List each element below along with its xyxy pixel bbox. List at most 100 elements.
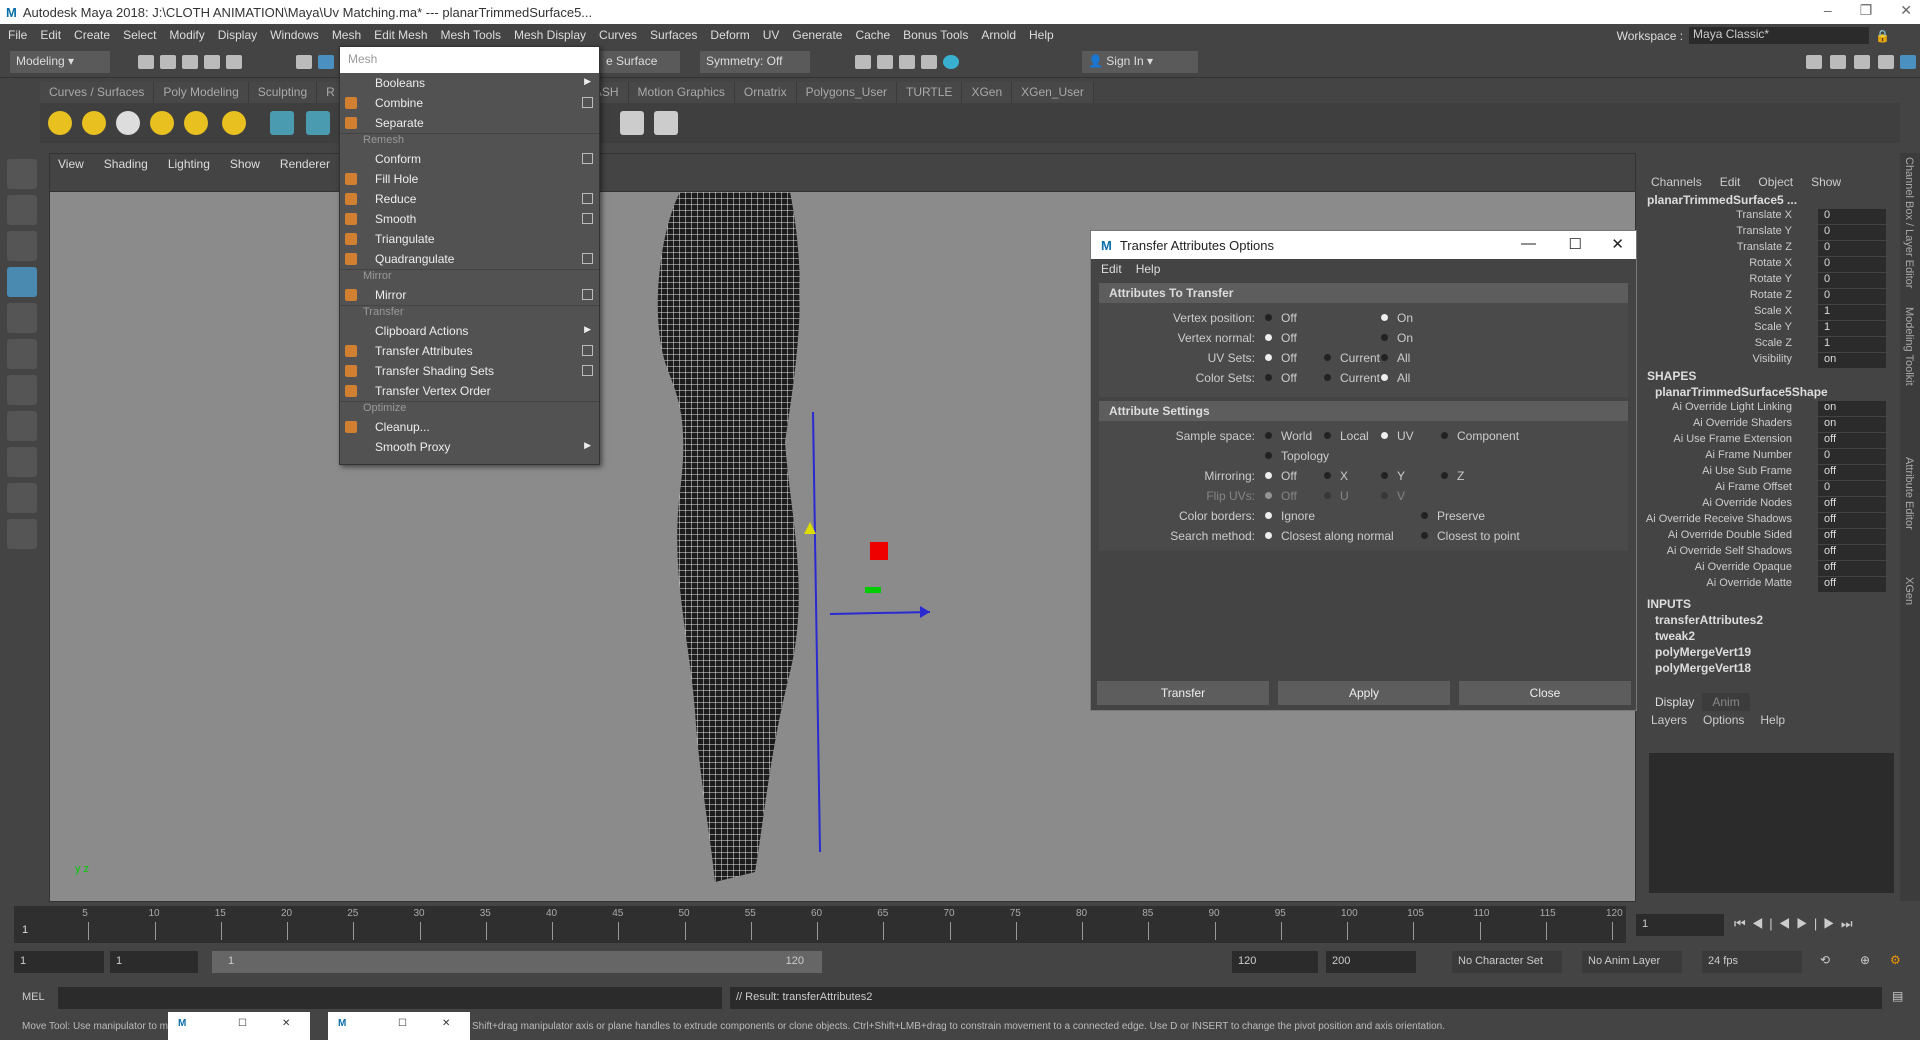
tab-anim[interactable]: Anim (1702, 693, 1750, 711)
start-time-field[interactable]: 1 (14, 951, 104, 973)
radio-closest-to-point[interactable]: Closest to point (1421, 529, 1520, 543)
transfer-button[interactable]: Transfer (1097, 681, 1269, 705)
shelf-tab-motion-graphics[interactable]: Motion Graphics (628, 82, 735, 103)
current-frame-field[interactable]: 1 (1636, 914, 1724, 936)
select-object-icon[interactable] (318, 55, 334, 69)
input-node-transferattributes2[interactable]: transferAttributes2 (1641, 613, 1900, 629)
menu-item-smooth-proxy[interactable]: Smooth Proxy ▶ (340, 437, 599, 457)
channel-value[interactable]: 1 (1818, 337, 1886, 352)
playback-buttons[interactable]: ⏮◀|◀▶|▶⏭ (1734, 916, 1859, 932)
lock-icon[interactable]: 🔒 (1875, 29, 1890, 43)
dialog-maximize-button[interactable]: ☐ (1569, 235, 1582, 253)
channel-value[interactable]: 0 (1818, 257, 1886, 272)
shelf-tab-xgen[interactable]: XGen (962, 82, 1013, 103)
two-view-layout-icon[interactable] (7, 483, 37, 513)
panel-menu-shading[interactable]: Shading (104, 157, 148, 171)
channel-value[interactable]: off (1818, 497, 1886, 512)
modeling-toolkit-icon[interactable] (1806, 55, 1822, 69)
ipr-icon[interactable] (899, 55, 915, 69)
sign-in-button[interactable]: 👤 Sign In ▾ (1082, 51, 1198, 73)
auto-key-icon[interactable]: ⊕ (1860, 953, 1870, 967)
options-menu[interactable]: Options (1703, 713, 1744, 727)
shelf-tab-curves-surfaces[interactable]: Curves / Surfaces (40, 82, 155, 103)
fps-dropdown[interactable]: 24 fps (1702, 951, 1802, 973)
radio-current[interactable]: Current (1324, 351, 1380, 365)
channel-value[interactable]: 1 (1818, 305, 1886, 320)
symmetry-dropdown[interactable]: Symmetry: Off (700, 51, 810, 73)
menu-search-input[interactable]: Mesh (340, 47, 599, 73)
radio-uv[interactable]: UV (1381, 429, 1414, 443)
radio-all[interactable]: All (1381, 351, 1410, 365)
dialog-minimize-button[interactable]: — (1521, 235, 1536, 252)
render-settings-icon[interactable] (921, 55, 937, 69)
menu-windows[interactable]: Windows (270, 28, 319, 42)
four-view-layout-icon[interactable] (7, 447, 37, 477)
layers-menu[interactable]: Layers (1651, 713, 1687, 727)
new-scene-icon[interactable] (138, 55, 154, 69)
menu-item-clipboard-actions[interactable]: Clipboard Actions ▶ (340, 321, 599, 341)
channel-row-ai-override-double-sided[interactable]: Ai Override Double Sided off (1641, 529, 1900, 545)
close-button[interactable]: ✕ (1900, 2, 1912, 19)
playback-start-field[interactable]: 1 (110, 951, 198, 973)
menu-help[interactable]: Help (1029, 28, 1054, 42)
live-surface-field[interactable]: e Surface (600, 51, 680, 73)
standin-icon[interactable] (270, 111, 294, 135)
layer-list[interactable] (1649, 753, 1894, 893)
channel-menu-object[interactable]: Object (1758, 175, 1793, 193)
menu-mesh-tools[interactable]: Mesh Tools (441, 28, 501, 42)
option-box-icon[interactable] (582, 213, 593, 224)
menu-generate[interactable]: Generate (792, 28, 842, 42)
side-tab-xgen[interactable]: XGen (1903, 577, 1915, 605)
channel-value[interactable]: off (1818, 465, 1886, 480)
play-render-icon[interactable] (654, 111, 678, 135)
object-name[interactable]: planarTrimmedSurface5 ... (1641, 193, 1900, 209)
menu-item-triangulate[interactable]: Triangulate (340, 229, 599, 249)
menu-modify[interactable]: Modify (169, 28, 204, 42)
menu-item-fill-hole[interactable]: Fill Hole (340, 169, 599, 189)
menu-create[interactable]: Create (74, 28, 110, 42)
panel-menu-renderer[interactable]: Renderer (280, 157, 330, 171)
last-tool-icon[interactable] (7, 375, 37, 405)
menu-item-transfer-attributes[interactable]: Transfer Attributes (340, 341, 599, 361)
menu-curves[interactable]: Curves (599, 28, 637, 42)
section-attribute-settings[interactable]: Attribute Settings (1099, 401, 1628, 421)
channel-row-ai-override-nodes[interactable]: Ai Override Nodes off (1641, 497, 1900, 513)
save-scene-icon[interactable] (182, 55, 198, 69)
menu-uv[interactable]: UV (763, 28, 780, 42)
channel-value[interactable]: 0 (1818, 449, 1886, 464)
option-box-icon[interactable] (582, 193, 593, 204)
input-node-tweak2[interactable]: tweak2 (1641, 629, 1900, 645)
option-box-icon[interactable] (582, 97, 593, 108)
scale-tool-icon[interactable] (7, 339, 37, 369)
radio-preserve[interactable]: Preserve (1421, 509, 1485, 523)
attribute-editor-icon[interactable] (1854, 55, 1870, 69)
preferences-icon[interactable]: ⚙ (1890, 953, 1901, 967)
channel-value[interactable]: on (1818, 353, 1886, 368)
channel-row-visibility[interactable]: Visibility on (1641, 353, 1900, 369)
radio-current[interactable]: Current (1324, 371, 1380, 385)
channel-row-scale-y[interactable]: Scale Y 1 (1641, 321, 1900, 337)
dialog-menu-edit[interactable]: Edit (1101, 262, 1122, 276)
tab-display[interactable]: Display (1649, 693, 1700, 711)
section-attributes-to-transfer[interactable]: Attributes To Transfer (1099, 283, 1628, 303)
radio-off[interactable]: Off (1265, 371, 1297, 385)
menu-arnold[interactable]: Arnold (981, 28, 1016, 42)
skydome-light-icon[interactable] (150, 111, 174, 135)
workspace-select[interactable]: Maya Classic* (1689, 27, 1870, 44)
radio-topology[interactable]: Topology (1265, 449, 1329, 463)
option-box-icon[interactable] (582, 153, 593, 164)
channel-row-scale-x[interactable]: Scale X 1 (1641, 305, 1900, 321)
taskbar-thumbnail[interactable]: M ☐ ✕ (168, 1012, 310, 1040)
dialog-close-button[interactable]: ✕ (1611, 235, 1624, 253)
side-tab-modeling-toolkit[interactable]: Modeling Toolkit (1903, 307, 1915, 386)
taskbar-thumbnail[interactable]: M ☐ ✕ (328, 1012, 470, 1040)
channel-row-translate-x[interactable]: Translate X 0 (1641, 209, 1900, 225)
channel-value[interactable]: off (1818, 545, 1886, 560)
radio-world[interactable]: World (1265, 429, 1312, 443)
playback-end-field[interactable]: 120 (1232, 951, 1318, 973)
help-menu[interactable]: Help (1760, 713, 1785, 727)
menu-item-mirror[interactable]: Mirror (340, 285, 599, 305)
mesh-light-icon[interactable] (82, 111, 106, 135)
channel-value[interactable]: on (1818, 401, 1886, 416)
loop-icon[interactable]: ⟲ (1820, 953, 1830, 967)
